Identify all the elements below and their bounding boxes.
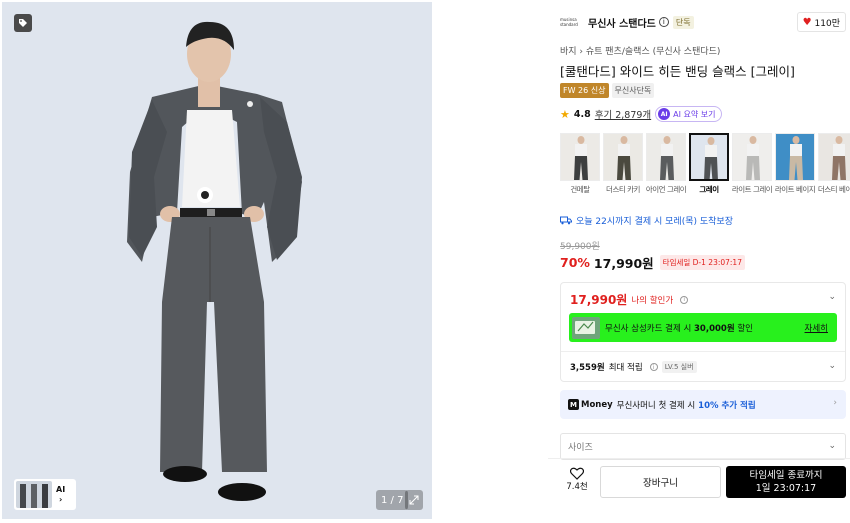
level-badge: LV.5 실버 (661, 361, 697, 373)
info-icon[interactable]: i (658, 17, 669, 27)
product-title: [쿨탠다드] 와이드 히든 밴딩 슬랙스 [그레이] (560, 64, 795, 79)
buy-line1: 타임세일 종료까지 (749, 470, 823, 481)
color-thumbnail (818, 133, 850, 181)
ai-icon: AI (658, 108, 671, 120)
points-row[interactable]: 3,559원 최대 적립 i LV.5 실버 (570, 361, 697, 373)
money-highlight: 10% 추가 적립 (698, 400, 756, 411)
my-price: 17,990원 (570, 293, 628, 307)
add-to-cart-button[interactable]: 장바구니 (600, 466, 721, 498)
product-info-panel: musinsa standard 무신사 스탠다드 i 단독 ♥ 110만 바지… (560, 10, 850, 460)
ai-summary-button[interactable]: AI AI 요약 보기 (655, 106, 722, 122)
card-image (572, 316, 600, 339)
truck-icon (560, 216, 572, 225)
exclusive-badge: 단독 (672, 15, 694, 29)
divider (561, 351, 845, 352)
color-label: 건메탈 (570, 185, 590, 194)
color-label: 더스티 베이지 (817, 185, 850, 194)
color-option[interactable]: 건메탈 (560, 133, 600, 195)
tag-icon[interactable] (14, 14, 32, 32)
color-thumbnail (732, 133, 772, 181)
action-bar-divider (548, 458, 850, 459)
color-label: 더스티 카키 (606, 185, 640, 194)
color-option[interactable]: 아이언 그레이 (645, 133, 687, 195)
color-label: 그레이 (699, 185, 719, 194)
product-main-image[interactable]: AI › 1 / 7 (2, 2, 432, 519)
heart-outline-icon (570, 467, 584, 480)
card-promo-text: 무신사 삼성카드 결제 시 30,000원 할인 (605, 322, 753, 334)
points-amount: 3,559원 (570, 363, 605, 373)
brand-row: musinsa standard 무신사 스탠다드 i 단독 ♥ 110만 (560, 10, 846, 34)
ai-summary-label: AI 요약 보기 (673, 109, 716, 119)
buy-now-button[interactable]: 타임세일 종료까지 1일 23:07:17 (726, 466, 846, 498)
card-promo-banner[interactable]: 무신사 삼성카드 결제 시 30,000원 할인 자세히 (569, 313, 837, 342)
my-price-label: 나의 할인가 (631, 295, 674, 306)
color-label: 아이언 그레이 (645, 185, 687, 194)
color-thumbnail (775, 133, 815, 181)
brand-name-link[interactable]: 무신사 스탠다드 (588, 15, 656, 30)
product-like-count: 7.4천 (566, 482, 588, 492)
color-option[interactable]: 더스티 카키 (603, 133, 643, 195)
card-promo-amount: 30,000원 (694, 323, 735, 334)
buy-line2: 1일 23:07:17 (755, 483, 817, 494)
model-photo (127, 21, 302, 501)
color-options: 건메탈 더스티 카키 아이언 그레이 그레이 라이트 그레이라이트 베이지더스티 베이지 (560, 133, 850, 195)
ai-fitting-label: AI › (56, 485, 65, 505)
info-icon[interactable]: i (680, 295, 689, 304)
color-thumbnail (603, 133, 643, 181)
color-option[interactable]: 더스티 베이지 (818, 133, 850, 195)
card-detail-link[interactable]: 자세히 (805, 322, 828, 334)
ai-label: AI (56, 484, 66, 494)
ai-fitting-thumbnail[interactable]: AI › (14, 479, 76, 510)
star-icon: ★ (560, 107, 570, 121)
color-option[interactable]: 라이트 그레이 (731, 133, 773, 195)
chevron-down-icon[interactable]: ⌄ (828, 292, 836, 302)
points-label: 최대 적립 (608, 363, 643, 373)
card-promo-suffix: 할인 (737, 323, 753, 334)
timesale-badge: 타임세일 D-1 23:07:17 (659, 255, 745, 270)
money-text: 무신사머니 첫 결제 시 (616, 400, 696, 411)
thumbnail-image (16, 481, 52, 508)
benefit-box: 17,990원 나의 할인가 i ⌄ 무신사 삼성카드 결제 시 30,000원… (560, 282, 846, 382)
color-thumbnail (646, 133, 686, 181)
size-placeholder: 사이즈 (568, 443, 593, 453)
expand-icon[interactable] (405, 490, 423, 510)
rating-row: ★ 4.8 후기 2,879개 AI AI 요약 보기 (560, 106, 722, 122)
product-badges: FW 26 신상 무신사단독 (560, 83, 655, 98)
brand-logo[interactable]: musinsa standard (560, 11, 582, 33)
brand-logo-line2: standard (560, 22, 578, 27)
sale-price: 17,990원 (593, 256, 654, 271)
color-label: 라이트 그레이 (731, 185, 773, 194)
color-option[interactable]: 그레이 (689, 133, 729, 195)
delivery-text: 오늘 22시까지 결제 시 모레(목) 도착보장 (576, 217, 733, 227)
color-label: 라이트 베이지 (774, 185, 816, 194)
rating-value: 4.8 (573, 108, 591, 120)
musinsa-money-banner[interactable]: M Money 무신사머니 첫 결제 시 10% 추가 적립 › (560, 390, 846, 419)
money-word: Money (581, 399, 613, 410)
brand-like-button[interactable]: ♥ 110만 (796, 12, 846, 32)
color-thumbnail (560, 133, 600, 181)
heart-icon: ♥ (802, 16, 812, 28)
product-like-button[interactable]: 7.4천 (563, 467, 591, 492)
chevron-right-icon: › (833, 398, 837, 408)
brand-like-count: 110만 (814, 18, 840, 29)
review-count-link[interactable]: 후기 2,879개 (595, 107, 651, 121)
chevron-down-icon: ⌄ (828, 441, 836, 451)
delivery-info: 오늘 22시까지 결제 시 모레(목) 도착보장 (560, 214, 733, 227)
size-select[interactable]: 사이즈 ⌄ (560, 433, 846, 460)
image-pager: 1 / 7 (376, 490, 409, 510)
info-icon[interactable]: i (649, 363, 658, 371)
money-logo-icon: M (568, 399, 579, 410)
my-price-row[interactable]: 17,990원 나의 할인가 i (570, 291, 689, 308)
card-promo-prefix: 무신사 삼성카드 결제 시 (605, 323, 692, 334)
chevron-down-icon[interactable]: ⌄ (828, 361, 836, 371)
price-row: 70% 17,990원 타임세일 D-1 23:07:17 (560, 253, 745, 272)
chevron-right-icon: › (58, 494, 63, 504)
color-thumbnail (689, 133, 729, 181)
breadcrumb[interactable]: 바지 › 슈트 팬츠/슬랙스 (무신사 스탠다드) (560, 44, 720, 57)
original-price: 59,900원 (560, 242, 600, 252)
exclusive-tag: 무신사단독 (611, 83, 655, 98)
color-option[interactable]: 라이트 베이지 (774, 133, 816, 195)
discount-rate: 70% (560, 255, 590, 270)
new-season-badge: FW 26 신상 (560, 83, 609, 98)
